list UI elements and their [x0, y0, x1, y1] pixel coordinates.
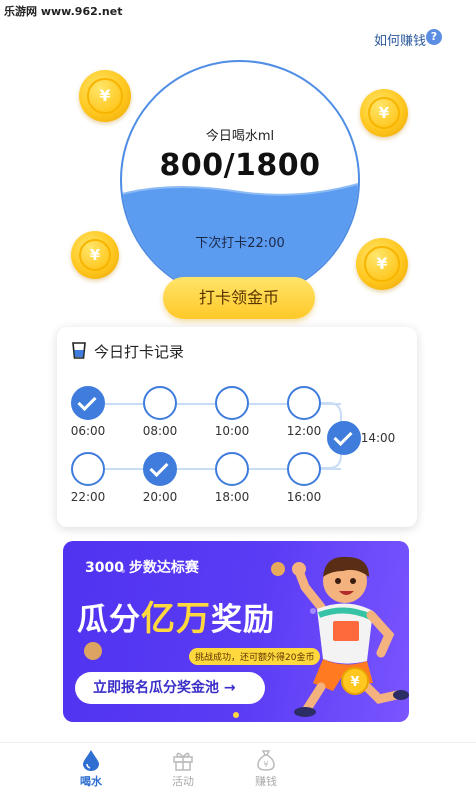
- slot-time: 10:00: [214, 424, 250, 438]
- checkin-record-card: 今日打卡记录 06:00 08:00 10:00 12:00 14:00 16:…: [57, 327, 417, 527]
- coin-icon: ¥: [71, 231, 119, 279]
- tab-activity[interactable]: 活动: [153, 743, 213, 794]
- help-icon[interactable]: ?: [426, 29, 442, 45]
- step-challenge-banner[interactable]: 3000 步数达标赛 瓜分亿万奖励 挑战成功，还可额外得20金币 立即报名瓜分奖…: [63, 541, 409, 722]
- checkin-slot-1000[interactable]: [215, 386, 249, 420]
- connector: [249, 468, 289, 470]
- watermark: 乐游网 www.962.net: [4, 5, 123, 18]
- banner-page-dot: [233, 712, 239, 718]
- tab-label: 喝水: [80, 775, 102, 788]
- slot-time: 20:00: [142, 490, 178, 504]
- today-water-value: 800/1800: [159, 148, 321, 183]
- svg-text:¥: ¥: [263, 760, 268, 769]
- tab-label: 赚钱: [255, 775, 277, 788]
- running-boy-illustration: ¥: [292, 556, 409, 717]
- connector: [177, 403, 217, 405]
- coin-icon: ¥: [356, 238, 408, 290]
- slot-time: 18:00: [214, 490, 250, 504]
- gift-icon: [173, 752, 193, 771]
- svg-text:¥: ¥: [350, 675, 359, 690]
- tab-earn-money[interactable]: ¥ 赚钱: [236, 743, 296, 794]
- tab-drink-water[interactable]: 喝水: [61, 743, 121, 794]
- today-water-label: 今日喝水ml: [205, 129, 275, 144]
- connector: [105, 403, 145, 405]
- record-title: 今日打卡记录: [94, 343, 185, 361]
- checkin-slot-1600[interactable]: [287, 452, 321, 486]
- slot-time: 22:00: [70, 490, 106, 504]
- join-prize-pool-button[interactable]: 立即报名瓜分奖金池 →: [75, 672, 265, 704]
- connector: [105, 468, 145, 470]
- money-bag-icon: ¥: [257, 750, 275, 771]
- slot-time: 06:00: [70, 424, 106, 438]
- banner-subtitle: 3000 步数达标赛: [85, 560, 199, 576]
- connector: [177, 468, 217, 470]
- checkin-slot-2000[interactable]: [143, 452, 177, 486]
- next-checkin-label: 下次打卡22:00: [195, 236, 285, 251]
- slot-time: 16:00: [286, 490, 322, 504]
- cup-icon: [72, 342, 86, 359]
- slot-time: 08:00: [142, 424, 178, 438]
- water-drop-icon: [83, 750, 99, 771]
- slot-time: 14:00: [360, 431, 396, 445]
- coin-icon: ¥: [360, 89, 408, 137]
- checkin-slot-1200[interactable]: [287, 386, 321, 420]
- checkin-coin-button[interactable]: 打卡领金币: [163, 277, 315, 319]
- connector: [249, 403, 289, 405]
- banner-title: 瓜分亿万奖励: [77, 599, 275, 639]
- checkin-slot-1800[interactable]: [215, 452, 249, 486]
- how-to-earn-link[interactable]: 如何赚钱: [374, 30, 426, 49]
- bottom-tab-bar: 喝水 活动 ¥ 赚钱: [0, 742, 476, 794]
- checkin-slot-2200[interactable]: [71, 452, 105, 486]
- checkin-slot-0600[interactable]: [71, 386, 105, 420]
- tab-label: 活动: [172, 775, 194, 788]
- checkin-slot-0800[interactable]: [143, 386, 177, 420]
- slot-time: 12:00: [286, 424, 322, 438]
- water-progress-circle: 今日喝水ml 800/1800 下次打卡22:00: [120, 60, 360, 300]
